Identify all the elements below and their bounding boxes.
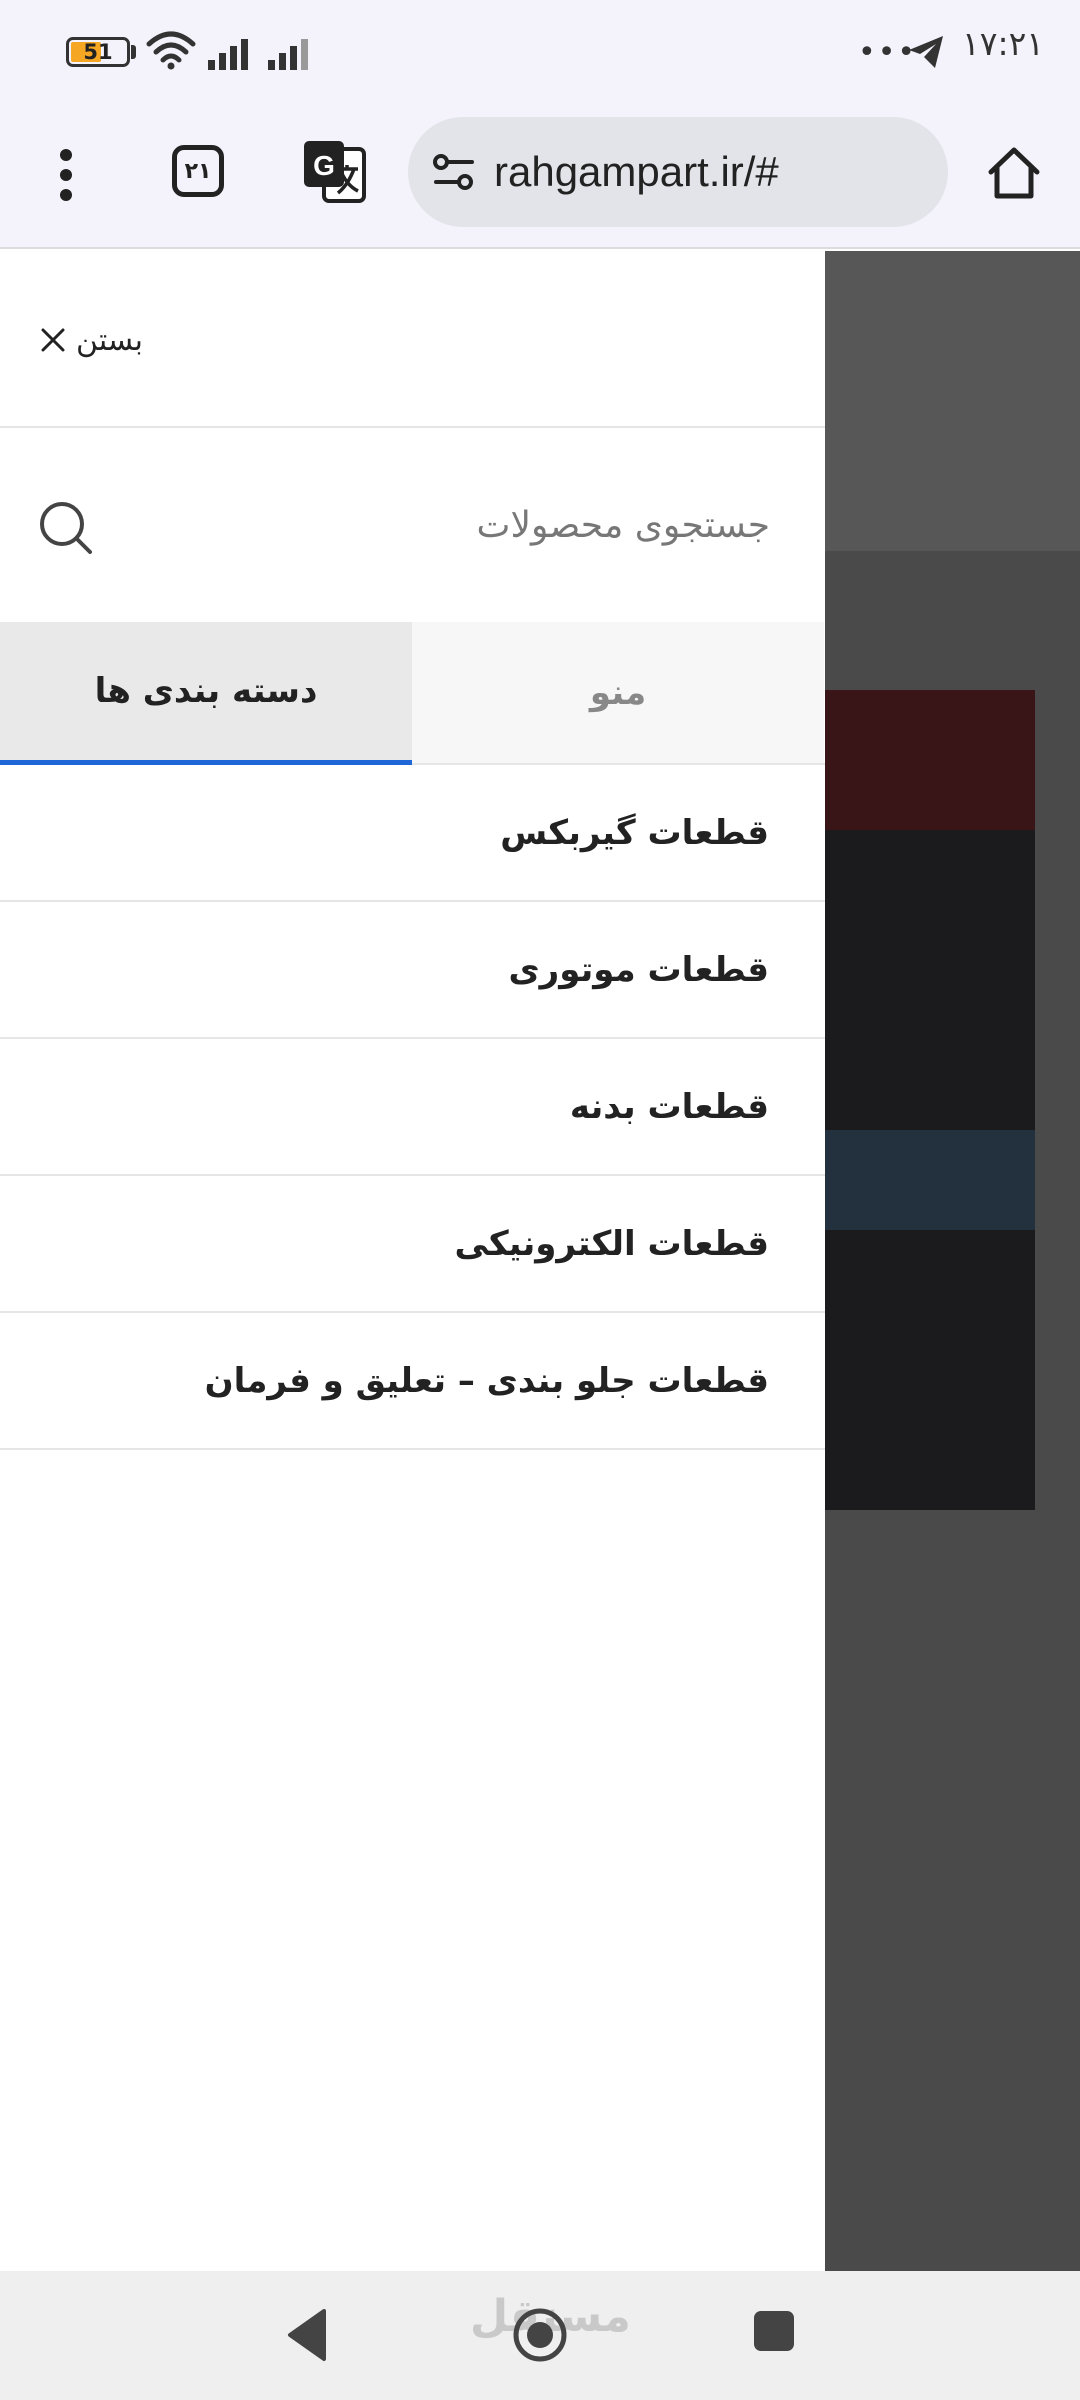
back-icon[interactable] — [284, 2307, 328, 2363]
browser-menu-button[interactable] — [36, 135, 96, 215]
drawer-header: بستن — [0, 251, 825, 428]
search-button[interactable] — [34, 500, 94, 560]
side-drawer: بستن دسته بندی ها منو قطعات گیربکس قطعات… — [0, 251, 825, 2271]
home-button[interactable] — [982, 141, 1046, 205]
clock: ۱۷:۲۱ — [962, 24, 1045, 63]
category-item-gearbox[interactable]: قطعات گیربکس — [0, 765, 825, 902]
search-icon — [40, 502, 92, 554]
translate-icon: G — [304, 141, 366, 203]
telegram-icon — [909, 36, 943, 68]
category-item-electronics[interactable]: قطعات الکترونیکی — [0, 1176, 825, 1313]
category-item-suspension-steering[interactable]: قطعات جلو بندی – تعلیق و فرمان — [0, 1313, 825, 1450]
close-drawer-button[interactable]: بستن — [40, 317, 143, 363]
tab-switcher-button[interactable]: ۲۱ — [172, 145, 224, 197]
category-list: قطعات گیربکس قطعات موتوری قطعات بدنه قطع… — [0, 765, 825, 1450]
close-label: بستن — [76, 322, 144, 358]
status-bar: 51 ••• ۱۷:۲۱ — [0, 0, 1080, 103]
signal-strength-icon-2 — [268, 39, 308, 70]
home-circle-icon[interactable] — [512, 2307, 568, 2363]
url-text: rahgampart.ir/# — [494, 148, 779, 195]
page-overlay-banner-accent — [825, 1130, 1035, 1230]
tab-categories[interactable]: دسته بندی ها — [0, 622, 412, 765]
battery-cap — [131, 45, 136, 59]
google-translate-button[interactable]: G — [300, 137, 370, 207]
system-navigation-bar: مستقل — [0, 2271, 1080, 2400]
signal-strength-icon-1 — [208, 39, 248, 70]
tab-menu[interactable]: منو — [412, 622, 824, 763]
wifi-icon — [146, 31, 196, 70]
svg-text:G: G — [313, 150, 335, 181]
more-vertical-icon — [60, 149, 72, 201]
search-input[interactable] — [130, 428, 770, 622]
browser-toolbar: ۲۱ G rahgampart.ir/# — [0, 103, 1080, 249]
category-item-engine[interactable]: قطعات موتوری — [0, 902, 825, 1039]
page-overlay-banner-top — [825, 690, 1035, 830]
site-settings-icon[interactable] — [432, 150, 476, 194]
address-bar[interactable]: rahgampart.ir/# — [408, 117, 948, 227]
home-icon — [988, 147, 1040, 199]
close-icon — [41, 328, 65, 352]
product-search — [0, 428, 825, 622]
battery-percentage: 51 — [83, 40, 113, 64]
page-overlay-header — [825, 251, 1080, 551]
category-item-body[interactable]: قطعات بدنه — [0, 1039, 825, 1176]
drawer-tabs: دسته بندی ها منو — [0, 622, 825, 765]
recent-apps-icon[interactable] — [754, 2311, 794, 2351]
